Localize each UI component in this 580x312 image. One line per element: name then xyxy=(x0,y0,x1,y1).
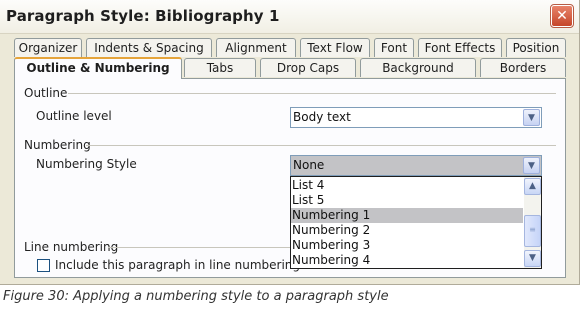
line-numbering-section-label: Line numbering xyxy=(24,240,119,254)
numbering-style-dropdown[interactable]: List 4 List 5 Numbering 1 Numbering 2 Nu… xyxy=(290,176,542,269)
numbering-style-value: None xyxy=(293,158,325,172)
tab-organizer[interactable]: Organizer xyxy=(14,38,82,57)
outline-section-label: Outline xyxy=(24,86,68,100)
list-item[interactable]: List 5 xyxy=(291,193,523,208)
tab-indents-spacing[interactable]: Indents & Spacing xyxy=(86,38,212,57)
tab-font[interactable]: Font xyxy=(374,38,414,57)
scroll-thumb[interactable]: ≡ xyxy=(524,215,541,247)
numbering-style-label: Numbering Style xyxy=(36,157,137,171)
outline-level-value: Body text xyxy=(293,110,351,124)
chevron-down-icon[interactable]: ▼ xyxy=(523,109,540,126)
figure-caption: Figure 30: Applying a numbering style to… xyxy=(3,289,389,304)
include-line-numbering-label[interactable]: Include this paragraph in line numbering xyxy=(55,258,300,272)
paragraph-style-dialog: Paragraph Style: Bibliography 1 ✕ Organi… xyxy=(0,0,580,285)
close-button[interactable]: ✕ xyxy=(550,4,574,28)
title-bar: Paragraph Style: Bibliography 1 ✕ xyxy=(0,0,579,34)
numbering-separator xyxy=(86,145,556,146)
tab-drop-caps[interactable]: Drop Caps xyxy=(260,58,356,77)
list-item[interactable]: List 4 xyxy=(291,178,523,193)
tab-outline-numbering[interactable]: Outline & Numbering xyxy=(14,57,182,79)
numbering-section-label: Numbering xyxy=(24,138,91,152)
tab-borders[interactable]: Borders xyxy=(480,58,566,77)
outline-level-label: Outline level xyxy=(36,109,112,123)
list-item[interactable]: Numbering 3 xyxy=(291,238,523,253)
line-numbering-separator xyxy=(108,247,290,248)
outline-level-select[interactable]: Body text ▼ xyxy=(290,107,542,128)
tab-position[interactable]: Position xyxy=(506,38,566,57)
dialog-title: Paragraph Style: Bibliography 1 xyxy=(6,7,280,25)
list-item[interactable]: Numbering 2 xyxy=(291,223,523,238)
tab-font-effects[interactable]: Font Effects xyxy=(418,38,502,57)
list-item-selected[interactable]: Numbering 1 xyxy=(291,208,523,223)
chevron-down-icon[interactable]: ▼ xyxy=(523,157,540,174)
close-icon: ✕ xyxy=(556,8,568,24)
dropdown-scrollbar[interactable]: ▲ ≡ ▼ xyxy=(524,177,541,268)
include-line-numbering-checkbox[interactable] xyxy=(37,259,50,272)
tab-alignment[interactable]: Alignment xyxy=(216,38,296,57)
tab-tabs[interactable]: Tabs xyxy=(184,58,256,77)
numbering-style-select[interactable]: None ▼ xyxy=(290,155,542,176)
list-item[interactable]: Numbering 4 xyxy=(291,253,523,268)
scroll-down-icon[interactable]: ▼ xyxy=(524,250,541,267)
tab-text-flow[interactable]: Text Flow xyxy=(300,38,370,57)
scroll-up-icon[interactable]: ▲ xyxy=(524,178,541,195)
tab-background[interactable]: Background xyxy=(360,58,476,77)
outline-separator xyxy=(68,93,556,94)
